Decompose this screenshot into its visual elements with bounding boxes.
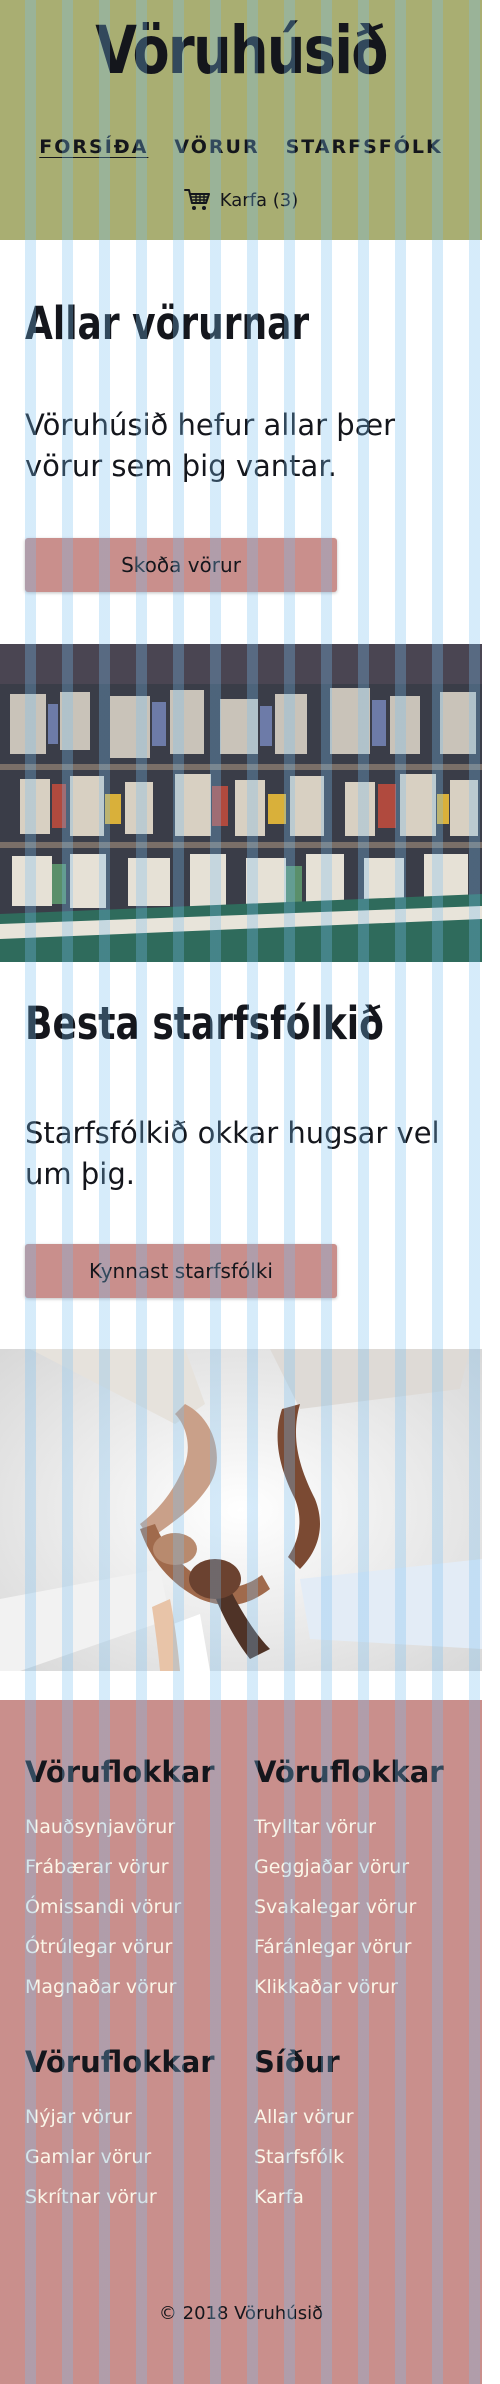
site-footer: Vöruflokkar Nauðsynjavörur Frábærar vöru… [0, 1700, 482, 2384]
page: Vöruhúsið FORSÍÐA VÖRUR STARFSFÓLK Karfa… [0, 0, 482, 2384]
footer-link[interactable]: Magnaðar vörur [25, 1976, 176, 1998]
footer-column-heading: Vöruflokkar [25, 1755, 215, 1789]
footer-column: Vöruflokkar Nýjar vörur Gamlar vörur Skr… [25, 2045, 215, 2217]
nav-link-home[interactable]: FORSÍÐA [39, 136, 148, 158]
footer-link[interactable]: Nauðsynjavörur [25, 1816, 175, 1838]
cart-label: Karfa (3) [219, 189, 299, 211]
footer-link[interactable]: Svakalegar vörur [254, 1896, 416, 1918]
footer-link-item: Magnaðar vörur [25, 1967, 215, 2007]
footer-column-heading: Vöruflokkar [25, 2045, 215, 2079]
footer-link-item: Ótrúlegar vörur [25, 1927, 215, 1967]
footer-column: Vöruflokkar Trylltar vörur Geggjaðar vör… [254, 1755, 444, 2007]
footer-link[interactable]: Frábærar vörur [25, 1856, 169, 1878]
footer-link-item: Trylltar vörur [254, 1807, 444, 1847]
footer-link[interactable]: Geggjaðar vörur [254, 1856, 409, 1878]
footer-link-item: Gamlar vörur [25, 2137, 215, 2177]
footer-link[interactable]: Klikkaðar vörur [254, 1976, 398, 1998]
staff-section-title: Besta starfsfólkið [25, 997, 384, 1050]
nav-link-staff[interactable]: STARFSFÓLK [286, 136, 443, 158]
footer-link-item: Skrítnar vörur [25, 2177, 215, 2217]
team-hands-image [0, 1349, 482, 1671]
footer-link-item: Fáránlegar vörur [254, 1927, 444, 1967]
footer-link[interactable]: Trylltar vörur [254, 1816, 376, 1838]
footer-link-item: Karfa [254, 2177, 354, 2217]
footer-link-item: Starfsfólk [254, 2137, 354, 2177]
footer-link-item: Allar vörur [254, 2097, 354, 2137]
footer-column: Síður Allar vörur Starfsfólk Karfa [254, 2045, 354, 2217]
view-products-button[interactable]: Skoða vörur [25, 538, 337, 592]
store-shelves-image [0, 644, 482, 962]
footer-link-item: Geggjaðar vörur [254, 1847, 444, 1887]
footer-link[interactable]: Gamlar vörur [25, 2146, 151, 2168]
footer-link[interactable]: Ótrúlegar vörur [25, 1936, 172, 1958]
footer-link[interactable]: Karfa [254, 2186, 304, 2208]
nav-link-products[interactable]: VÖRUR [174, 136, 259, 158]
footer-link-item: Svakalegar vörur [254, 1887, 444, 1927]
site-header: Vöruhúsið FORSÍÐA VÖRUR STARFSFÓLK Karfa… [0, 0, 482, 240]
products-section-text: Vöruhúsið hefur allar þær vörur sem þig … [25, 408, 396, 483]
footer-column-heading: Vöruflokkar [254, 1755, 444, 1789]
page-margin [482, 0, 500, 2384]
staff-section-text: Starfsfólkið okkar hugsar vel um þig. [25, 1116, 440, 1191]
products-section-title: Allar vörurnar [25, 297, 310, 350]
footer-link[interactable]: Starfsfólk [254, 2146, 344, 2168]
meet-staff-button[interactable]: Kynnast starfsfólki [25, 1244, 337, 1298]
site-title: Vöruhúsið [95, 12, 388, 89]
footer-link[interactable]: Ómissandi vörur [25, 1896, 181, 1918]
footer-link[interactable]: Nýjar vörur [25, 2106, 132, 2128]
footer-column-heading: Síður [254, 2045, 340, 2079]
footer-link[interactable]: Fáránlegar vörur [254, 1936, 411, 1958]
footer-link-item: Nýjar vörur [25, 2097, 215, 2137]
cart-link[interactable]: Karfa (3) [0, 188, 482, 212]
footer-column: Vöruflokkar Nauðsynjavörur Frábærar vöru… [25, 1755, 215, 2007]
footer-link-item: Ómissandi vörur [25, 1887, 215, 1927]
shopping-cart-icon [183, 188, 212, 212]
footer-link-item: Frábærar vörur [25, 1847, 215, 1887]
copyright-text: © 2018 Vöruhúsið [158, 2303, 324, 2324]
footer-link-item: Nauðsynjavörur [25, 1807, 215, 1847]
footer-link-item: Klikkaðar vörur [254, 1967, 444, 2007]
main-nav: FORSÍÐA VÖRUR STARFSFÓLK [0, 136, 482, 158]
footer-link[interactable]: Skrítnar vörur [25, 2186, 157, 2208]
footer-link[interactable]: Allar vörur [254, 2106, 354, 2128]
